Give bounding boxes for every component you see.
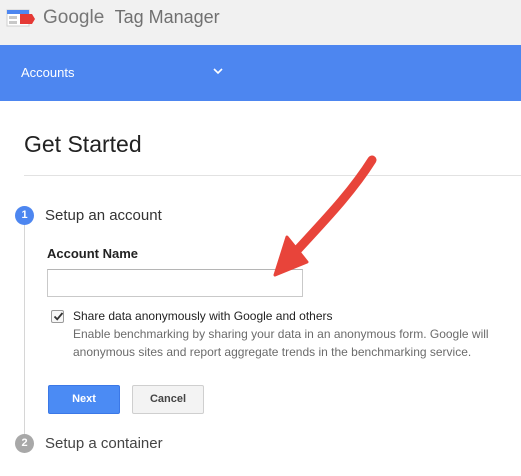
brand-product: Tag Manager [114,7,220,27]
top-bar: Google Tag Manager [0,0,521,45]
step-2-number: 2 [15,434,34,453]
step-2-label: Setup a container [45,435,163,452]
stepper-line [24,224,25,436]
cancel-button[interactable]: Cancel [132,385,204,414]
share-desc-line-1: Enable benchmarking by sharing your data… [73,327,489,341]
share-desc-line-2: anonymous sites and report aggregate tre… [73,345,472,359]
accounts-bar: Accounts [0,45,521,101]
checkmark-icon [53,312,64,321]
tag-manager-logo-icon [6,9,35,27]
step-1-label: Setup an account [45,207,162,224]
share-data-description: Enable benchmarking by sharing your data… [73,325,521,361]
accounts-menu[interactable]: Accounts [21,65,74,80]
step-1-number: 1 [15,206,34,225]
title-divider [24,175,521,176]
page-title: Get Started [24,131,142,157]
account-name-label: Account Name [47,246,139,261]
share-data-label: Share data anonymously with Google and o… [73,309,333,323]
share-data-checkbox[interactable] [51,310,64,323]
account-name-input[interactable] [47,269,303,297]
brand-title: Google Tag Manager [43,7,220,29]
next-button[interactable]: Next [48,385,120,414]
chevron-down-icon[interactable] [212,65,224,77]
brand-google: Google [43,7,105,28]
